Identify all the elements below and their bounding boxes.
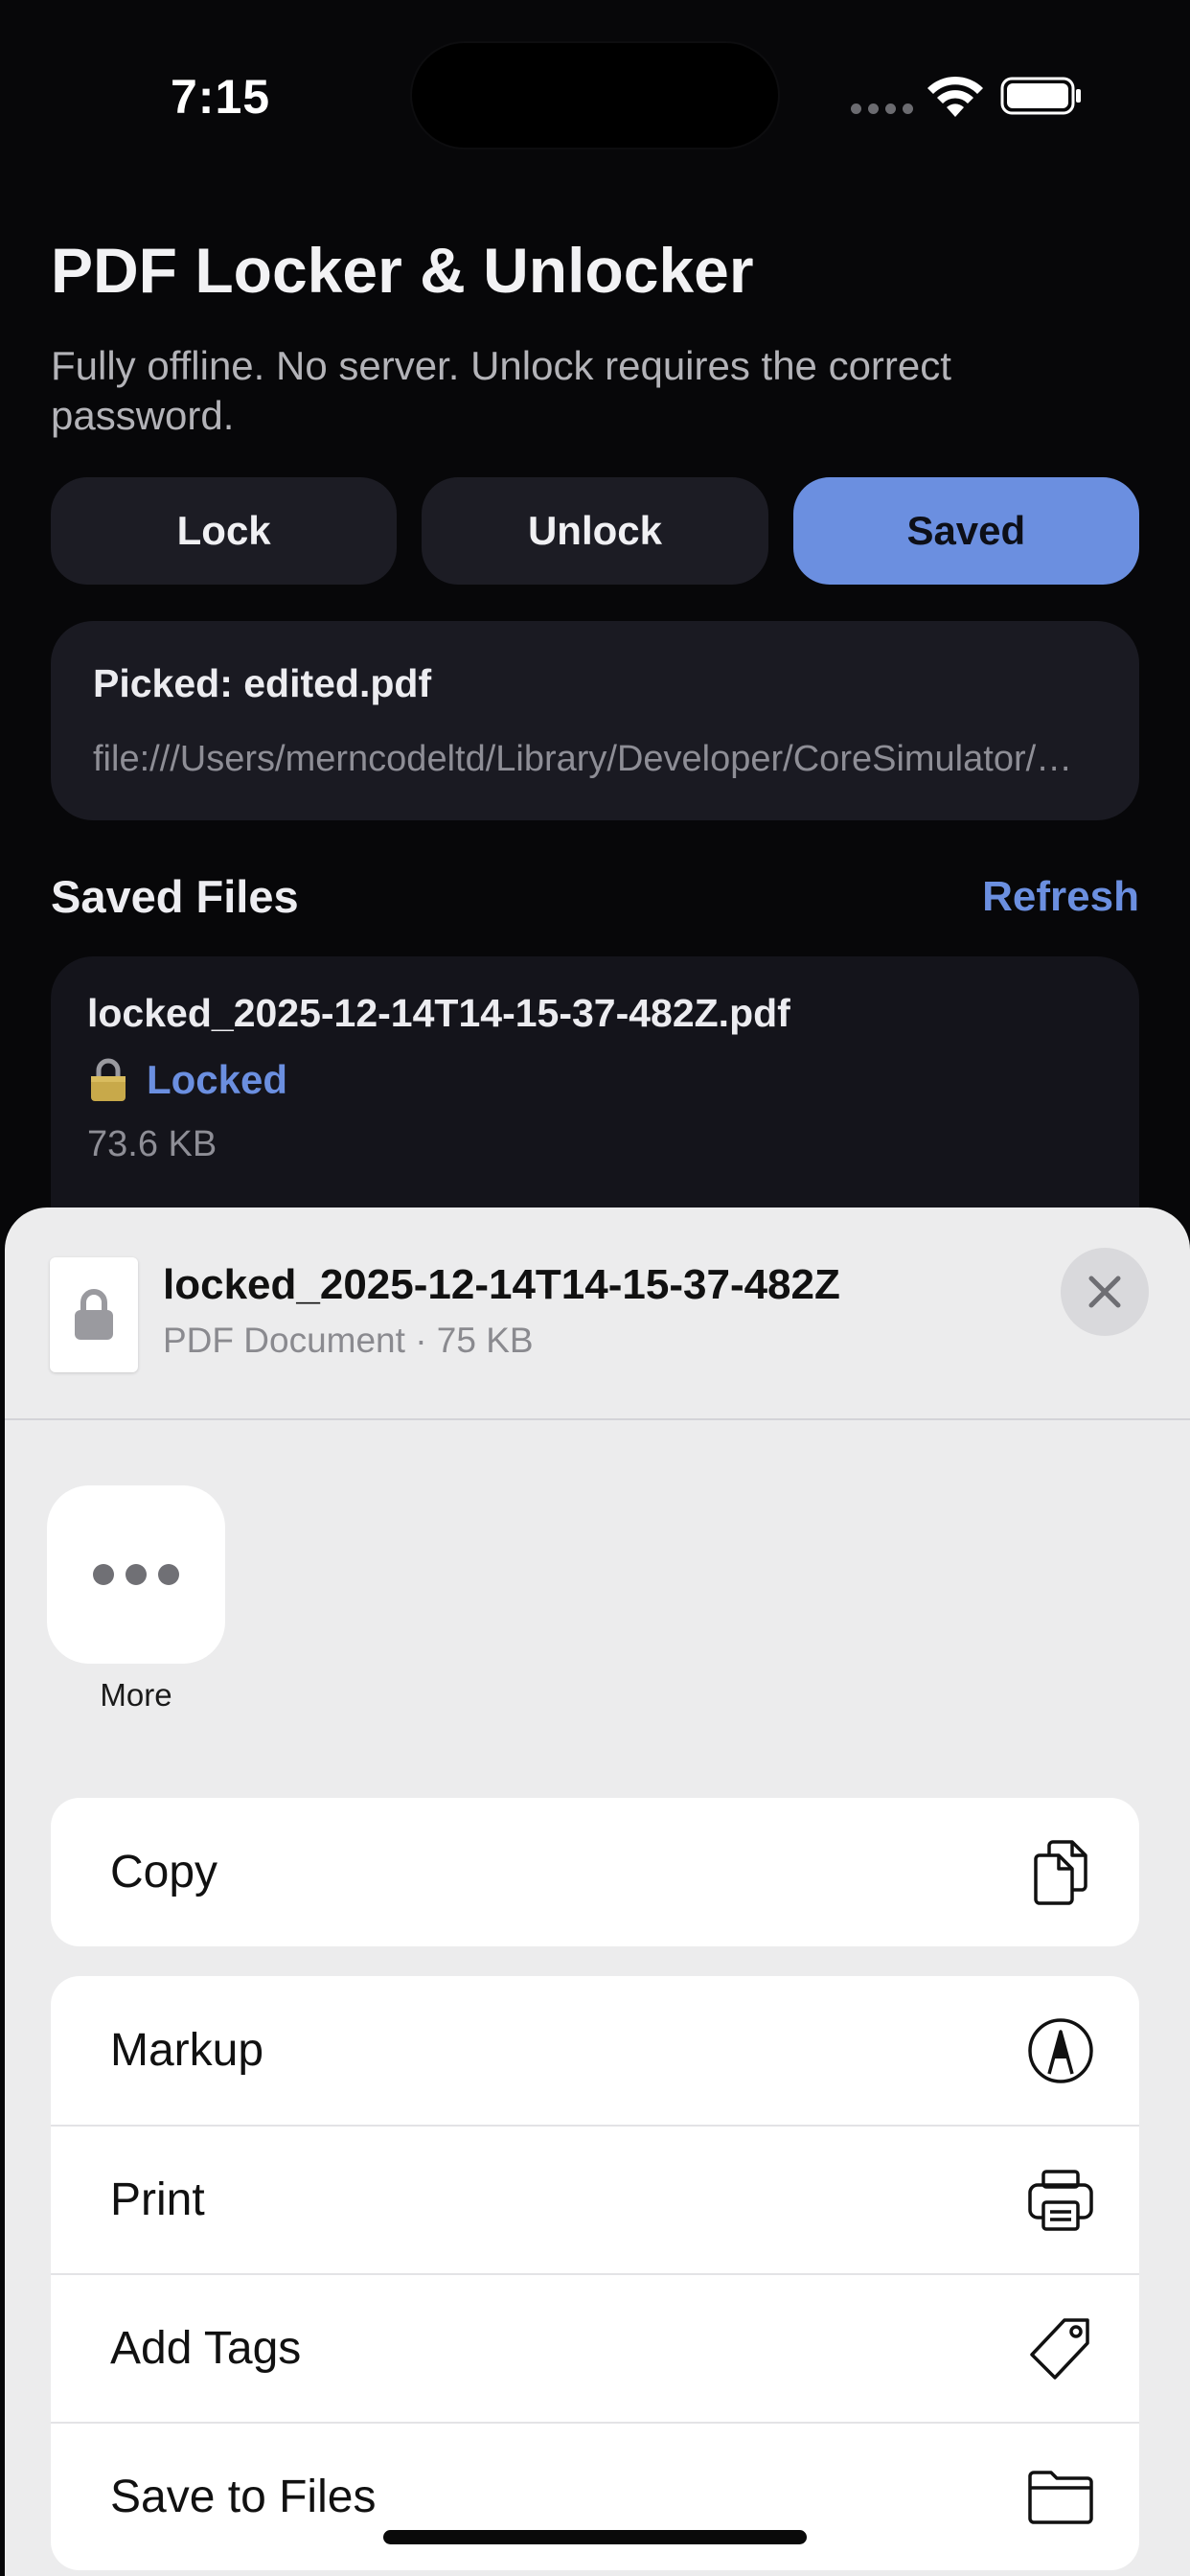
action-label: Markup	[110, 2025, 264, 2076]
action-save-to-files[interactable]: Save to Files	[51, 2422, 1139, 2570]
folder-icon	[1028, 2470, 1093, 2524]
action-label: Copy	[110, 1847, 218, 1898]
action-label: Add Tags	[110, 2323, 302, 2374]
battery-icon	[1000, 77, 1081, 115]
action-group-main: Markup Print Add Tags Save to Files	[51, 1976, 1139, 2570]
copy-icon	[1034, 1839, 1087, 1905]
picked-file-name: Picked: edited.pdf	[93, 661, 432, 705]
action-print[interactable]: Print	[51, 2125, 1139, 2273]
lock-icon	[91, 1058, 126, 1101]
action-add-tags[interactable]: Add Tags	[51, 2273, 1139, 2422]
close-icon	[1088, 1276, 1121, 1308]
close-button[interactable]	[1061, 1248, 1149, 1336]
share-sheet-header: locked_2025-12-14T14-15-37-482Z PDF Docu…	[5, 1208, 1190, 1420]
document-thumbnail	[50, 1257, 138, 1372]
action-label: Print	[110, 2174, 205, 2225]
action-label: Save to Files	[110, 2472, 377, 2522]
saved-files-header: Saved Files Refresh	[51, 870, 1139, 923]
picked-file-card: Picked: edited.pdf file:///Users/merncod…	[51, 621, 1139, 820]
saved-files-title: Saved Files	[51, 871, 299, 922]
home-indicator[interactable]	[383, 2530, 807, 2544]
dynamic-island	[410, 41, 780, 150]
mode-tabs: Lock Unlock Saved	[51, 477, 1139, 585]
more-label: More	[100, 1677, 172, 1713]
document-title: locked_2025-12-14T14-15-37-482Z	[163, 1261, 840, 1308]
refresh-button[interactable]: Refresh	[982, 873, 1139, 921]
tab-unlock[interactable]: Unlock	[422, 477, 768, 585]
cellular-signal-icon	[851, 104, 913, 114]
status-bar: 7:15	[0, 0, 1190, 192]
action-markup[interactable]: Markup	[51, 1976, 1139, 2125]
action-group-copy: Copy	[51, 1798, 1139, 1946]
markup-icon	[1028, 2017, 1093, 2083]
picked-file-path: file:///Users/merncodeltd/Library/Develo…	[93, 739, 1097, 779]
more-dot-icon	[158, 1564, 179, 1585]
app-screen: 7:15 PDF Locker & Unlocker Fully offline…	[0, 0, 1190, 2576]
more-button[interactable]	[47, 1485, 225, 1664]
lock-icon	[75, 1289, 113, 1340]
saved-file-name: locked_2025-12-14T14-15-37-482Z.pdf	[87, 991, 790, 1035]
tag-icon	[1030, 2317, 1089, 2380]
wifi-icon	[927, 76, 983, 117]
page-subtitle: Fully offline. No server. Unlock require…	[51, 343, 951, 438]
page-title: PDF Locker & Unlocker	[51, 235, 754, 306]
printer-icon	[1028, 2169, 1093, 2231]
saved-file-status-text: Locked	[147, 1057, 288, 1102]
share-sheet: locked_2025-12-14T14-15-37-482Z PDF Docu…	[5, 1208, 1190, 2576]
saved-file-size: 73.6 KB	[87, 1124, 217, 1164]
tab-saved[interactable]: Saved	[792, 477, 1139, 585]
more-dot-icon	[126, 1564, 147, 1585]
more-dot-icon	[93, 1564, 114, 1585]
action-copy[interactable]: Copy	[51, 1798, 1139, 1946]
status-time: 7:15	[171, 70, 271, 124]
document-subtitle: PDF Document · 75 KB	[163, 1321, 534, 1360]
tab-lock[interactable]: Lock	[51, 477, 398, 585]
saved-file-status: Locked	[87, 1057, 1103, 1103]
